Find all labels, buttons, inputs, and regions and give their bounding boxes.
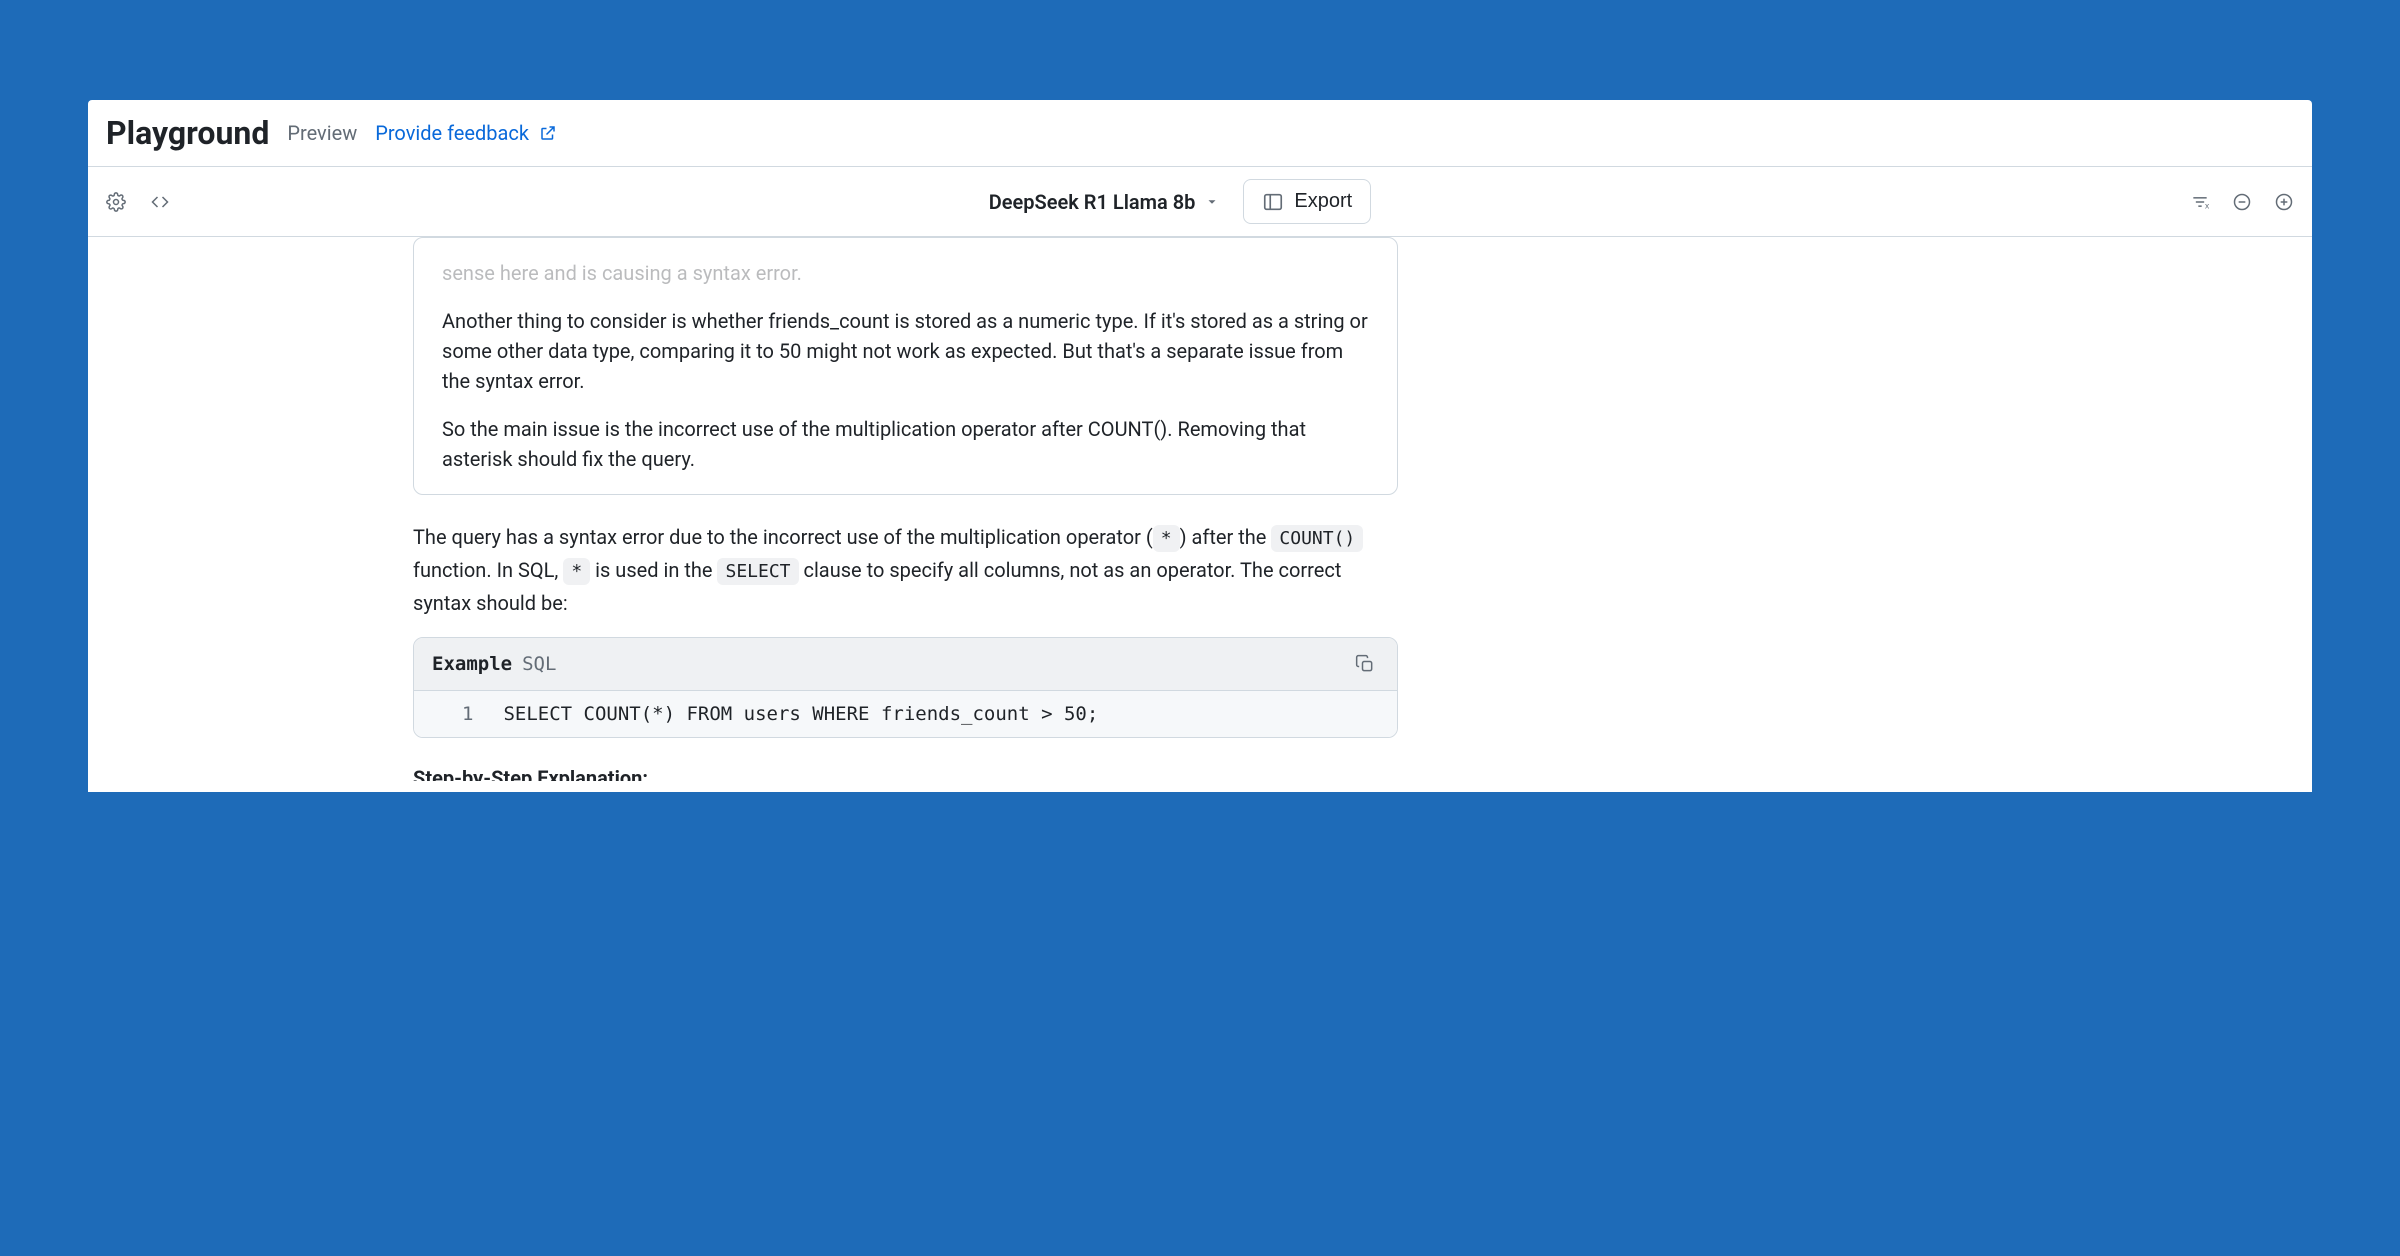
- response-box: sense here and is causing a syntax error…: [413, 237, 1398, 495]
- model-selector[interactable]: DeepSeek R1 Llama 8b: [989, 190, 1220, 214]
- gear-icon: [106, 192, 126, 212]
- settings-button[interactable]: [102, 188, 130, 216]
- toolbar: DeepSeek R1 Llama 8b Export x: [88, 167, 2312, 237]
- copy-icon: [1355, 654, 1375, 674]
- example-label: Example: [432, 653, 512, 675]
- lang-label: SQL: [522, 653, 556, 675]
- response-para-2: So the main issue is the incorrect use o…: [442, 414, 1369, 474]
- top-header: Playground Preview Provide feedback: [88, 100, 2312, 167]
- inline-code-select: SELECT: [717, 558, 798, 585]
- code-header: Example SQL: [414, 638, 1397, 691]
- remove-button[interactable]: [2228, 188, 2256, 216]
- content-area[interactable]: sense here and is causing a syntax error…: [88, 237, 2312, 781]
- model-name-label: DeepSeek R1 Llama 8b: [989, 190, 1196, 214]
- external-link-icon: [539, 124, 557, 142]
- steps-title: Step-by-Step Explanation:: [413, 766, 1398, 781]
- add-button[interactable]: [2270, 188, 2298, 216]
- filter-button[interactable]: x: [2186, 188, 2214, 216]
- main-explanation: The query has a syntax error due to the …: [413, 521, 1398, 619]
- minus-circle-icon: [2232, 192, 2252, 212]
- response-para-1: Another thing to consider is whether fri…: [442, 306, 1369, 396]
- line-number: 1: [462, 703, 473, 725]
- preview-badge: Preview: [287, 121, 357, 145]
- content-inner: sense here and is causing a syntax error…: [413, 237, 1723, 781]
- cutoff-text: sense here and is causing a syntax error…: [442, 258, 1369, 288]
- panel-icon: [1262, 191, 1284, 213]
- code-brackets-icon: [150, 192, 170, 212]
- filter-icon: x: [2190, 192, 2210, 212]
- playground-window: Playground Preview Provide feedback: [88, 100, 2312, 792]
- code-text: SELECT COUNT(*) FROM users WHERE friends…: [503, 703, 1098, 725]
- export-button[interactable]: Export: [1243, 179, 1371, 224]
- svg-text:x: x: [2205, 200, 2210, 210]
- inline-code-star2: *: [563, 558, 590, 585]
- provide-feedback-link[interactable]: Provide feedback: [375, 121, 557, 145]
- inline-code-star: *: [1153, 525, 1180, 552]
- export-label: Export: [1294, 190, 1352, 213]
- copy-code-button[interactable]: [1351, 650, 1379, 678]
- toolbar-right: x: [2186, 188, 2298, 216]
- code-toggle-button[interactable]: [146, 188, 174, 216]
- page-title: Playground: [106, 114, 269, 152]
- toolbar-left: [102, 188, 174, 216]
- code-block: Example SQL 1 SELECT COUNT(*) FROM users…: [413, 637, 1398, 738]
- chevron-down-icon: [1205, 195, 1219, 209]
- code-body: 1 SELECT COUNT(*) FROM users WHERE frien…: [414, 691, 1397, 737]
- plus-circle-icon: [2274, 192, 2294, 212]
- toolbar-center: DeepSeek R1 Llama 8b Export: [989, 179, 1371, 224]
- feedback-link-label: Provide feedback: [375, 121, 529, 145]
- inline-code-count: COUNT(): [1271, 525, 1363, 552]
